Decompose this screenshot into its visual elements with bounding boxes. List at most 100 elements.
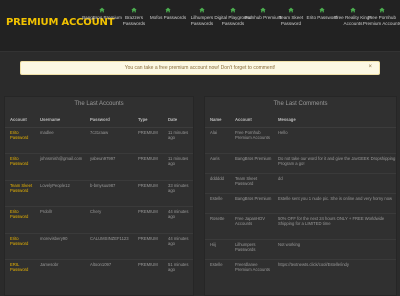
table-row: Estelle Freerdlanee Premium Accounts htt… <box>205 258 396 279</box>
column-header: Date <box>163 113 193 128</box>
message-cell: Hello <box>273 126 396 153</box>
username-cell: madlee <box>35 126 85 154</box>
alert-message: You can take a free premium account now!… <box>124 65 276 71</box>
message-cell: dd <box>273 172 396 193</box>
account-link[interactable]: ERIL Password <box>5 259 35 286</box>
type-cell: PREMIUM <box>133 179 163 207</box>
type-cell: PREMIUM <box>133 259 163 286</box>
message-cell: Not working <box>273 238 396 259</box>
column-header: Account <box>230 113 273 128</box>
date-cell: 33 minutes ago <box>163 179 193 207</box>
account-link[interactable]: Erito Password <box>5 232 35 260</box>
account-cell[interactable]: BangBros Premium <box>230 192 273 213</box>
account-link[interactable]: Erito Password <box>5 126 35 154</box>
username-cell: johnsmish@gmail.com <box>35 153 85 180</box>
column-header: Password <box>85 113 133 128</box>
nav-item-label: Brazzers Passwords <box>122 15 146 26</box>
name-cell: Estelle <box>205 258 230 279</box>
password-cell: CALUMSINZEF1123 <box>85 232 133 260</box>
table-row: Erito Password Prdollr Chery PREMIUM 44 … <box>5 206 193 233</box>
password-cell: Chery <box>85 206 133 233</box>
name-cell: Aaris <box>205 152 230 173</box>
accounts-table: Account Username Password Type Date Erit… <box>5 113 193 286</box>
table-row: Aaris BangBros Premium Do not take our w… <box>205 152 396 173</box>
message-cell: https://textnewts.click/cool/Estelle/ind… <box>273 258 396 279</box>
table-header-row: Account Username Password Type Date <box>5 113 193 128</box>
table-row: Erito Password johnsmish@gmail.com yabeu… <box>5 153 193 180</box>
date-cell: 11 minutes ago <box>163 153 193 180</box>
password-cell: 7c31raaw <box>85 126 133 154</box>
nav-item-free-pornhub-premium[interactable]: Free Pornhub Premium Accounts <box>362 7 400 26</box>
table-header-row: Name Account Message <box>205 113 396 128</box>
column-header: Type <box>133 113 163 128</box>
account-cell[interactable]: BangBros Premium <box>230 152 273 173</box>
account-cell[interactable]: Free JapanHDV Accounts <box>230 212 273 239</box>
password-cell: b-bmysuu987 <box>85 179 133 207</box>
name-cell: dddddd <box>205 172 230 193</box>
type-cell: PREMIUM <box>133 232 163 260</box>
home-icon <box>260 7 266 13</box>
message-cell: 50% OFF for the next 24 hours ONLY + FRE… <box>273 212 396 239</box>
username-cell: Jamesobr <box>35 259 85 286</box>
table-row: Alai Free Pornhub Premium Accounts Hello <box>205 126 396 153</box>
type-cell: PREMIUM <box>133 206 163 233</box>
account-link[interactable]: Erito Password <box>5 153 35 180</box>
panel-title: The Last Accounts <box>74 101 124 107</box>
close-icon[interactable]: × <box>368 64 372 70</box>
home-icon <box>199 7 205 13</box>
name-cell: Estelle <box>205 192 230 213</box>
table-row: Estelle BangBros Premium Estelle sent yo… <box>205 192 396 213</box>
account-link[interactable]: Erito Password <box>5 206 35 233</box>
username-cell: Prdollr <box>35 206 85 233</box>
column-header: Message <box>273 113 396 128</box>
date-cell: 44 minutes ago <box>163 232 193 260</box>
message-cell: Estelle sent you 1 nude pic. She is onli… <box>273 192 396 213</box>
home-icon <box>350 7 356 13</box>
account-cell[interactable]: Freerdlanee Premium Accounts <box>230 258 273 279</box>
table-row: Hiij Lilhumpers Passwords Not working <box>205 238 396 259</box>
last-accounts-panel: The Last Accounts Account Username Passw… <box>4 96 194 296</box>
panel-title: The Last Comments <box>273 101 328 107</box>
table-row: Team Skeet Password LovelyPeople12 b-bmy… <box>5 179 193 207</box>
home-icon <box>230 7 236 13</box>
nav-item-label: Team Skeet Password <box>278 15 304 26</box>
message-cell: Do not take our word for it and give the… <box>273 152 396 173</box>
column-header: Account <box>5 113 35 128</box>
date-cell: 44 minutes ago <box>163 206 193 233</box>
column-header: Username <box>35 113 85 128</box>
account-cell[interactable]: Team Skeet Password <box>230 172 273 193</box>
account-cell[interactable]: Free Pornhub Premium Accounts <box>230 126 273 153</box>
date-cell: 11 minutes ago <box>163 126 193 154</box>
date-cell: 51 minutes ago <box>163 259 193 286</box>
account-cell[interactable]: Lilhumpers Passwords <box>230 238 273 259</box>
table-row: Erito Password madlee 7c31raaw PREMIUM 1… <box>5 126 193 154</box>
home-icon <box>131 7 137 13</box>
table-row: Erito Password morevisbery90 CALUMSINZEF… <box>5 232 193 260</box>
table-row: ERIL Password Jamesobr Altoon1097 PREMIU… <box>5 259 193 286</box>
name-cell: Rosette <box>205 212 230 239</box>
nav-item-label: Mofos Passwords <box>149 15 187 20</box>
home-icon <box>99 7 105 13</box>
nav-item-label: Free Pornhub Premium Accounts <box>362 15 400 26</box>
navbar: PREMIUM ACCOUNT BangBros Premium Brazzer… <box>0 0 400 52</box>
account-link[interactable]: Team Skeet Password <box>5 179 35 207</box>
type-cell: PREMIUM <box>133 153 163 180</box>
last-comments-panel: The Last Comments Name Account Message A… <box>204 96 397 296</box>
password-cell: yabeun97997 <box>85 153 133 180</box>
home-icon <box>379 7 385 13</box>
table-row: dddddd Team Skeet Password dd <box>205 172 396 193</box>
column-header: Name <box>205 113 230 128</box>
info-alert: You can take a free premium account now!… <box>20 61 380 75</box>
home-icon <box>288 7 294 13</box>
name-cell: Alai <box>205 126 230 153</box>
nav-item-label: Lilhumpers Passwords <box>190 15 214 26</box>
password-cell: Altoon1097 <box>85 259 133 286</box>
name-cell: Hiij <box>205 238 230 259</box>
type-cell: PREMIUM <box>133 126 163 154</box>
table-row: Rosette Free JapanHDV Accounts 50% OFF f… <box>205 212 396 239</box>
comments-table: Name Account Message Alai Free Pornhub P… <box>205 113 396 279</box>
home-icon <box>319 7 325 13</box>
username-cell: morevisbery90 <box>35 232 85 260</box>
username-cell: LovelyPeople12 <box>35 179 85 207</box>
home-icon <box>165 7 171 13</box>
